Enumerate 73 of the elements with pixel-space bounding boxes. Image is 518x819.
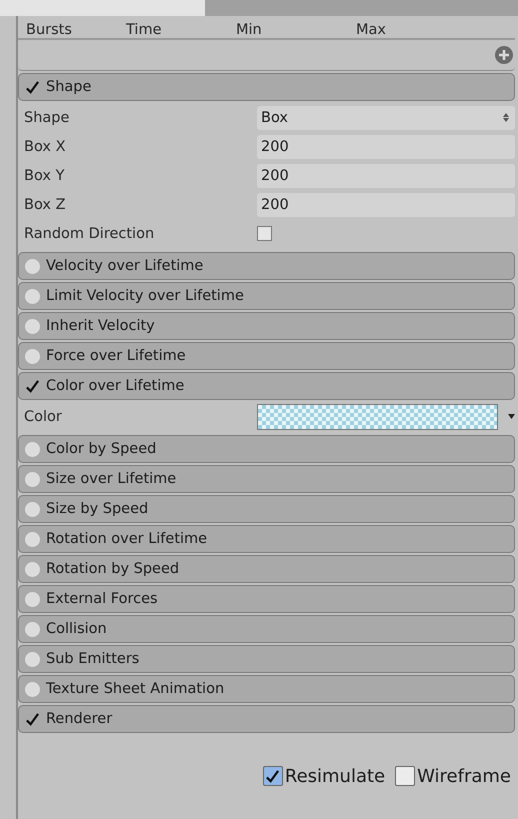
inspector-tab[interactable] — [0, 0, 205, 16]
toggle-circle-icon[interactable] — [25, 258, 40, 274]
column-header: Bursts — [26, 22, 73, 38]
module-header[interactable]: Sub Emitters — [18, 645, 515, 673]
module-title: Color over Lifetime — [46, 378, 184, 394]
checkmark-icon — [25, 378, 40, 394]
module-title: Renderer — [46, 711, 112, 727]
toggle-circle-icon[interactable] — [25, 472, 40, 486]
module-title: Inherit Velocity — [46, 318, 155, 334]
module-title: Collision — [46, 621, 107, 637]
add-icon[interactable] — [495, 46, 513, 64]
module-header[interactable]: Rotation by Speed — [18, 555, 515, 583]
module-title: Limit Velocity over Lifetime — [46, 288, 244, 304]
toggle-circle-icon[interactable] — [25, 652, 40, 666]
toggle-circle-icon[interactable] — [25, 288, 40, 304]
toggle-circle-icon[interactable] — [25, 502, 40, 516]
number-field[interactable]: 200 — [257, 164, 515, 188]
checkbox[interactable] — [395, 766, 416, 786]
module-header[interactable]: Collision — [18, 615, 515, 643]
field-label: Box X — [24, 138, 66, 154]
module-header[interactable]: Limit Velocity over Lifetime — [18, 282, 515, 310]
column-header: Max — [356, 22, 387, 38]
module-title: Velocity over Lifetime — [46, 258, 204, 274]
module-title: Size by Speed — [46, 501, 148, 517]
toggle-circle-icon[interactable] — [25, 562, 40, 576]
module-header[interactable]: Texture Sheet Animation — [18, 675, 515, 703]
module-title: Color by Speed — [46, 441, 156, 457]
field-label: Box Y — [24, 168, 66, 184]
module-header[interactable]: Inherit Velocity — [18, 312, 515, 340]
toggle-circle-icon[interactable] — [25, 532, 40, 546]
toggle-circle-icon[interactable] — [25, 682, 40, 696]
caret-icon[interactable] — [508, 414, 515, 419]
toggle-circle-icon[interactable] — [25, 442, 40, 456]
column-header: Min — [236, 22, 263, 38]
toggle-circle-icon[interactable] — [25, 592, 40, 606]
field-label: Random Direction — [24, 226, 156, 242]
number-field[interactable]: 200 — [257, 134, 515, 158]
module-title: Rotation over Lifetime — [46, 531, 208, 547]
dropdown[interactable]: Box — [257, 106, 515, 130]
toggle-circle-icon[interactable] — [25, 348, 40, 364]
module-header[interactable]: Rotation over Lifetime — [18, 525, 515, 553]
toggle-circle-icon[interactable] — [25, 622, 40, 636]
column-header: Time — [126, 22, 162, 38]
checkbox[interactable] — [262, 766, 283, 786]
module-header[interactable]: Color by Speed — [18, 435, 515, 463]
module-title: Force over Lifetime — [46, 348, 186, 364]
dropdown-arrows-icon — [503, 113, 509, 122]
module-title: Size over Lifetime — [46, 471, 176, 487]
module-header[interactable]: Size by Speed — [18, 495, 515, 523]
module-title: Shape — [46, 79, 92, 95]
module-header[interactable]: Force over Lifetime — [18, 342, 515, 370]
module-title: External Forces — [46, 591, 158, 607]
field-label: Color — [24, 408, 63, 424]
module-title: Sub Emitters — [46, 651, 140, 667]
gradient-swatch[interactable] — [256, 404, 498, 430]
checkbox[interactable] — [257, 226, 272, 241]
module-title: Rotation by Speed — [46, 561, 180, 577]
checkbox-label: Wireframe — [417, 766, 511, 786]
checkbox-label: Resimulate — [284, 766, 386, 786]
module-header[interactable]: Shape — [18, 73, 515, 101]
number-field[interactable]: 200 — [257, 192, 515, 216]
toggle-circle-icon[interactable] — [25, 318, 40, 334]
field-label: Shape — [24, 110, 70, 126]
field-label: Box Z — [24, 196, 66, 212]
module-title: Texture Sheet Animation — [46, 681, 224, 697]
module-header[interactable]: Renderer — [18, 705, 515, 733]
module-header[interactable]: Size over Lifetime — [18, 465, 515, 493]
checkmark-icon — [25, 80, 40, 94]
checkmark-icon — [25, 712, 40, 726]
module-header[interactable]: Color over Lifetime — [18, 372, 515, 400]
checkmark-icon — [265, 768, 280, 784]
module-header[interactable]: Velocity over Lifetime — [18, 252, 515, 280]
module-header[interactable]: External Forces — [18, 585, 515, 613]
